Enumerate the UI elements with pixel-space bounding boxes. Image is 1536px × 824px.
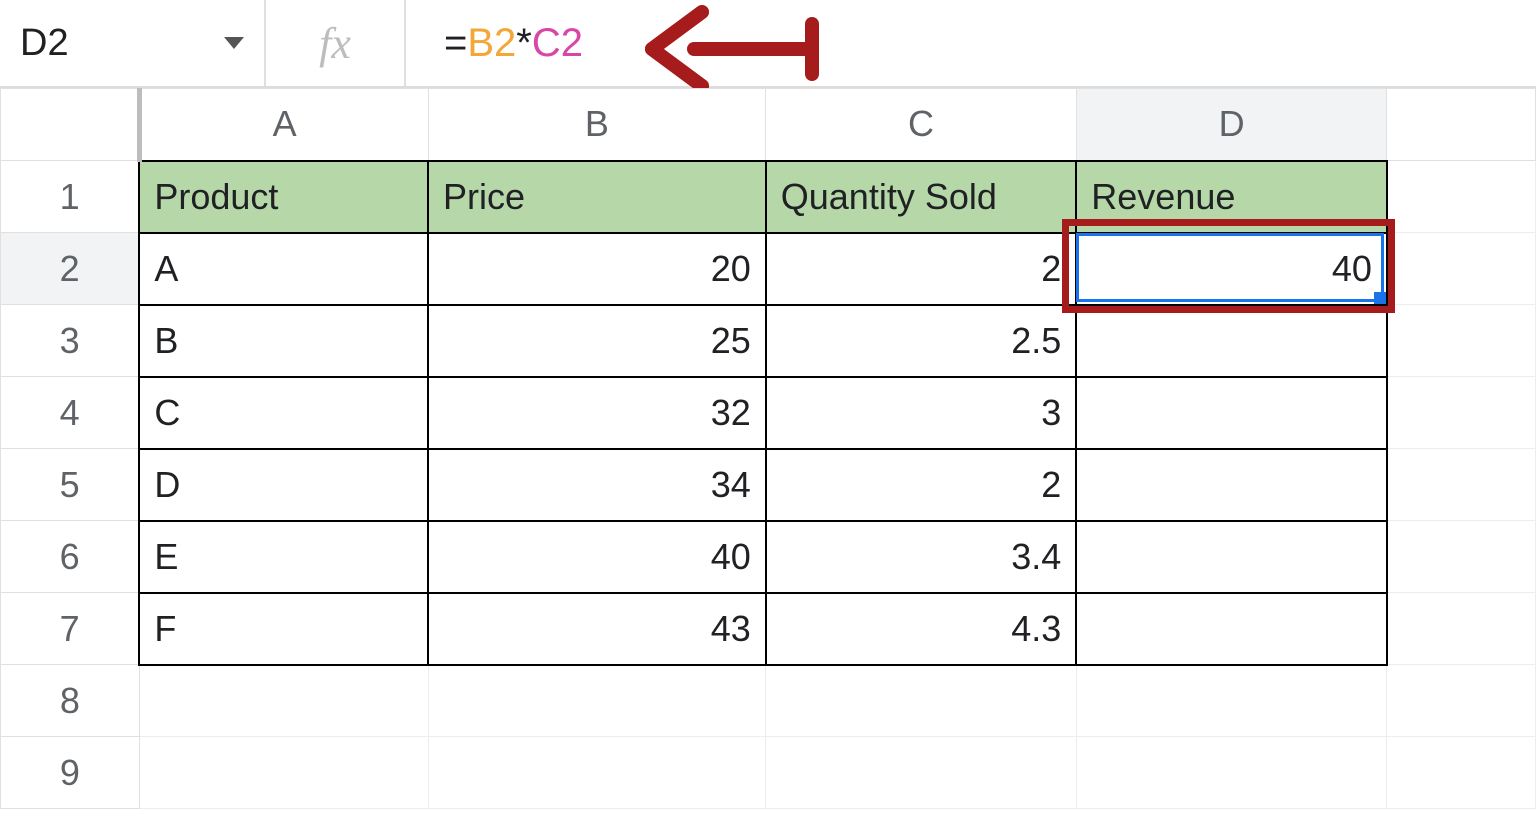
cell-D1[interactable]: Revenue <box>1076 161 1387 233</box>
cell-E1[interactable] <box>1387 161 1536 233</box>
formula-op: * <box>516 21 532 66</box>
cell-E4[interactable] <box>1387 377 1536 449</box>
formula-input[interactable]: = B2 * C2 <box>406 21 1536 66</box>
cell-D3[interactable] <box>1076 305 1387 377</box>
cell-B6[interactable]: 40 <box>428 521 766 593</box>
cell-E8[interactable] <box>1387 665 1536 737</box>
cell-D9[interactable] <box>1076 737 1387 809</box>
col-header-D[interactable]: D <box>1076 89 1387 161</box>
cell-C9[interactable] <box>766 737 1077 809</box>
row-header-9[interactable]: 9 <box>1 737 140 809</box>
cell-A2[interactable]: A <box>139 233 428 305</box>
cell-B5[interactable]: 34 <box>428 449 766 521</box>
cell-D7[interactable] <box>1076 593 1387 665</box>
cell-C1[interactable]: Quantity Sold <box>766 161 1077 233</box>
cell-D2[interactable]: 40 <box>1076 233 1387 305</box>
select-all-corner[interactable] <box>1 89 140 161</box>
col-header-blank[interactable] <box>1387 89 1536 161</box>
cell-C6[interactable]: 3.4 <box>766 521 1077 593</box>
row-header-3[interactable]: 3 <box>1 305 140 377</box>
row-header-4[interactable]: 4 <box>1 377 140 449</box>
cell-A5[interactable]: D <box>139 449 428 521</box>
row-header-7[interactable]: 7 <box>1 593 140 665</box>
cell-C5[interactable]: 2 <box>766 449 1077 521</box>
sheet-table: A B C D 1 Product Price Quantity Sold Re… <box>0 88 1536 809</box>
cell-C7[interactable]: 4.3 <box>766 593 1077 665</box>
cell-A4[interactable]: C <box>139 377 428 449</box>
cell-B7[interactable]: 43 <box>428 593 766 665</box>
cell-E7[interactable] <box>1387 593 1536 665</box>
cell-B4[interactable]: 32 <box>428 377 766 449</box>
cell-B8[interactable] <box>428 665 766 737</box>
cell-A6[interactable]: E <box>139 521 428 593</box>
cell-A7[interactable]: F <box>139 593 428 665</box>
col-header-C[interactable]: C <box>766 89 1077 161</box>
cell-D5[interactable] <box>1076 449 1387 521</box>
formula-bar: D2 fx = B2 * C2 <box>0 0 1536 88</box>
row-header-8[interactable]: 8 <box>1 665 140 737</box>
row-header-2[interactable]: 2 <box>1 233 140 305</box>
row-header-5[interactable]: 5 <box>1 449 140 521</box>
cell-A1[interactable]: Product <box>139 161 428 233</box>
name-box-value: D2 <box>20 22 69 65</box>
row-header-6[interactable]: 6 <box>1 521 140 593</box>
cell-D6[interactable] <box>1076 521 1387 593</box>
fx-icon[interactable]: fx <box>266 0 406 86</box>
cell-E9[interactable] <box>1387 737 1536 809</box>
cell-E2[interactable] <box>1387 233 1536 305</box>
cell-B9[interactable] <box>428 737 766 809</box>
cell-C3[interactable]: 2.5 <box>766 305 1077 377</box>
cell-D4[interactable] <box>1076 377 1387 449</box>
name-box[interactable]: D2 <box>6 0 266 86</box>
chevron-down-icon[interactable] <box>224 37 244 49</box>
formula-eq: = <box>444 21 467 66</box>
spreadsheet-grid[interactable]: A B C D 1 Product Price Quantity Sold Re… <box>0 88 1536 809</box>
cell-A3[interactable]: B <box>139 305 428 377</box>
cell-A8[interactable] <box>139 665 428 737</box>
cell-E5[interactable] <box>1387 449 1536 521</box>
cell-E6[interactable] <box>1387 521 1536 593</box>
cell-C8[interactable] <box>766 665 1077 737</box>
cell-B3[interactable]: 25 <box>428 305 766 377</box>
cell-E3[interactable] <box>1387 305 1536 377</box>
cell-C2[interactable]: 2 <box>766 233 1077 305</box>
row-header-1[interactable]: 1 <box>1 161 140 233</box>
formula-ref1: B2 <box>467 21 516 66</box>
cell-A9[interactable] <box>139 737 428 809</box>
col-header-A[interactable]: A <box>139 89 428 161</box>
formula-ref2: C2 <box>532 21 583 66</box>
cell-B1[interactable]: Price <box>428 161 766 233</box>
cell-D8[interactable] <box>1076 665 1387 737</box>
cell-C4[interactable]: 3 <box>766 377 1077 449</box>
cell-B2[interactable]: 20 <box>428 233 766 305</box>
col-header-B[interactable]: B <box>428 89 766 161</box>
